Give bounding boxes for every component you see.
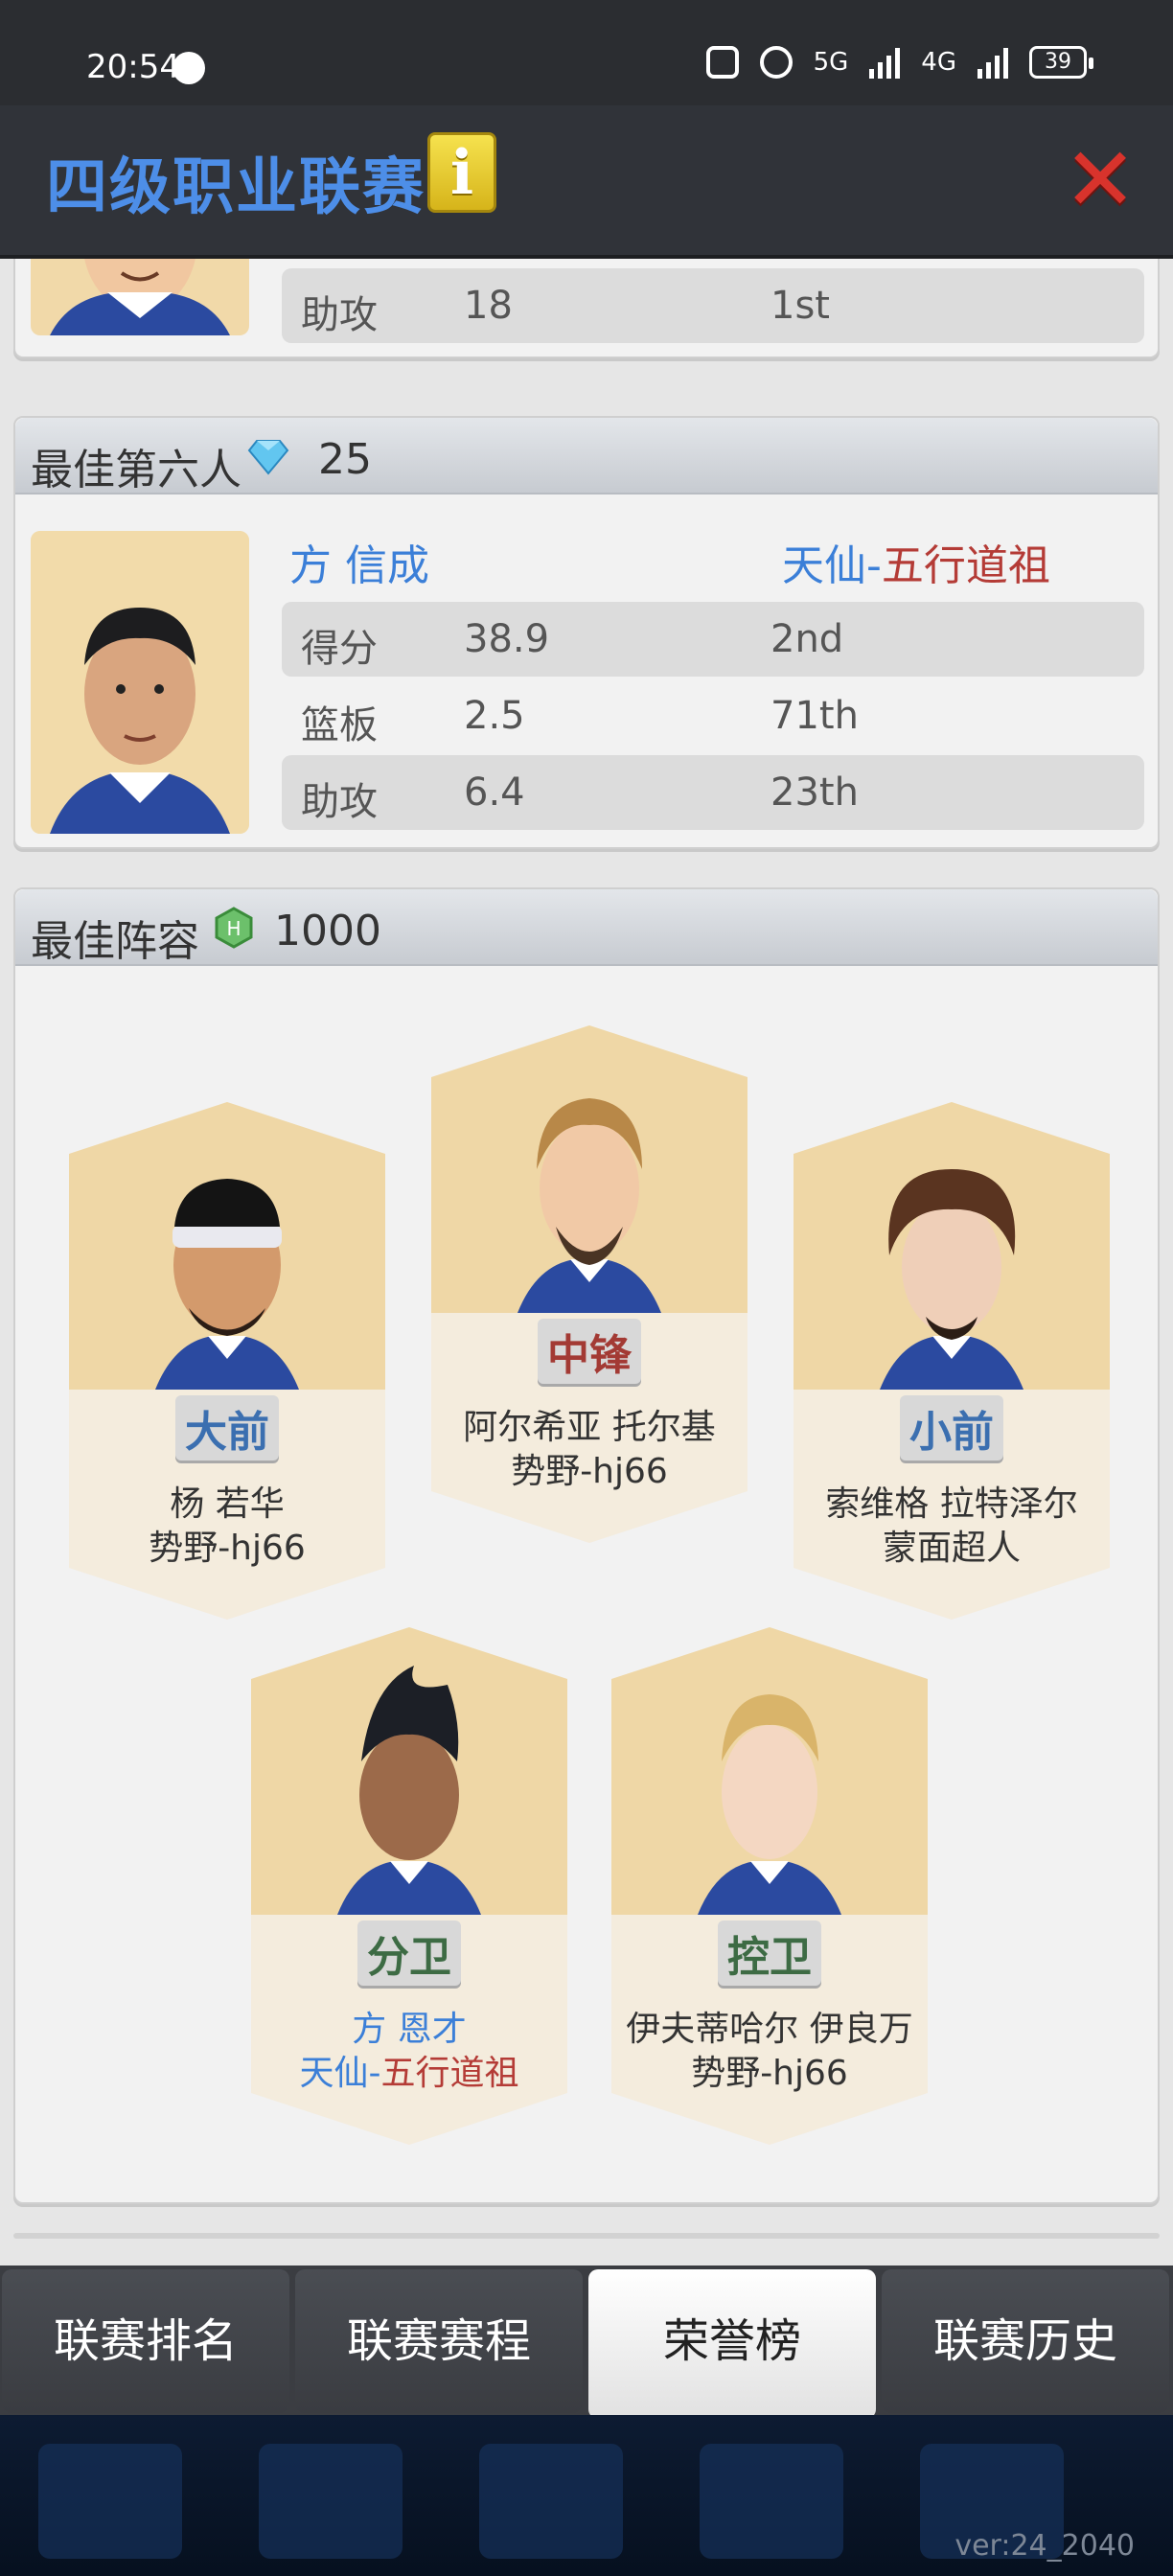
position-badge: 小前 [794,1395,1110,1460]
stat-rank: 1st [770,284,830,328]
tab-league-schedule[interactable]: 联赛赛程 [295,2269,583,2413]
info-icon[interactable]: i [427,132,496,213]
team-name: 势野-hj66 [691,2054,848,2093]
nfc-icon [705,46,739,79]
stat-rank: 23th [770,770,859,815]
team-name: 天仙-五行道祖 [299,2054,519,2093]
stat-row-rebounds: 篮板 2.5 71th [282,678,1144,753]
team-name: 势野-hj66 [511,1452,668,1491]
stat-value: 18 [464,284,513,328]
player-name: 阿尔希亚 托尔基 [463,1408,716,1447]
card-header: 最佳阵容 H 1000 [15,889,1158,966]
stat-label: 得分 [301,627,378,671]
stat-row-assists: 助攻 6.4 23th [282,755,1144,830]
signal-icon [869,46,901,79]
player-portrait [251,1627,567,1915]
signal-icon-2 [978,46,1008,79]
player-name[interactable]: 方 信成 [289,531,429,592]
status-bar: 20:54 5G 4G 39 [0,0,1173,105]
diamond-icon [247,440,289,475]
background-nav: ver:24_2040 [0,2415,1173,2576]
reward-value: 25 [318,435,372,484]
reward-value: 1000 [274,907,381,955]
alarm-icon [759,46,793,79]
stat-label: 助攻 [301,780,378,824]
version-label: ver:24_2040 [954,2529,1135,2563]
audio-icon [172,52,205,84]
team-name: 势野-hj66 [149,1529,306,1568]
divider [13,2233,1160,2239]
network-5g-label: 5G [813,48,849,77]
player-portrait [611,1627,928,1915]
player-portrait[interactable] [31,531,249,834]
tab-honor-roll[interactable]: 荣誉榜 [588,2269,876,2419]
player-portrait [794,1102,1110,1390]
tab-league-ranking[interactable]: 联赛排名 [2,2269,289,2413]
league-header: 四级职业联赛 i ✕ [0,105,1173,259]
player-name: 伊夫蒂哈尔 伊良万 [626,2010,913,2049]
player-portrait [31,259,249,335]
status-time: 20:54 [86,48,180,86]
player-name: 方 恩才 [352,2010,467,2049]
stat-value: 6.4 [464,770,525,815]
hex-token-icon: H [215,907,253,949]
card-title: 最佳阵容 [31,917,199,966]
card-title: 最佳第六人 [31,446,242,494]
app-root: 20:54 5G 4G 39 四级职业联赛 i ✕ 助攻 18 1st 最佳第六… [0,0,1173,2576]
stat-label: 篮板 [301,703,378,748]
tab-league-history[interactable]: 联赛历史 [882,2269,1169,2413]
stat-value: 2.5 [464,694,525,738]
card-header: 最佳第六人 25 [15,418,1158,494]
position-badge: 大前 [69,1395,385,1460]
team-name: 蒙面超人 [882,1529,1021,1568]
stat-row-assists: 助攻 18 1st [282,268,1144,343]
player-portrait [69,1102,385,1390]
svg-text:H: H [226,917,241,940]
page-title: 四级职业联赛 [46,152,426,223]
stat-label: 助攻 [301,293,378,337]
status-icons: 5G 4G 39 [705,46,1093,79]
best-lineup-card: 最佳阵容 H 1000 大前 杨 若华 势野-hj66 中锋 阿尔希亚 托尔基 … [13,887,1160,2204]
stat-row-points: 得分 38.9 2nd [282,602,1144,677]
stat-rank: 2nd [770,617,844,661]
position-badge: 控卫 [611,1920,928,1986]
honor-list[interactable]: 助攻 18 1st 最佳第六人 25 方 信成 天仙-五行道祖 得分 38.9 … [0,259,1173,2271]
stat-value: 38.9 [464,617,550,661]
battery-icon: 39 [1029,46,1093,79]
position-badge: 分卫 [251,1920,567,1986]
team-name[interactable]: 天仙-五行道祖 [782,531,1050,592]
sixth-man-card: 最佳第六人 25 方 信成 天仙-五行道祖 得分 38.9 2nd 篮板 2.5… [13,416,1160,849]
position-badge: 中锋 [431,1319,748,1384]
tab-bar: 联赛排名 联赛赛程 荣誉榜 联赛历史 [0,2266,1173,2419]
best-player-card: 助攻 18 1st [13,259,1160,358]
stat-rank: 71th [770,694,859,738]
player-name: 索维格 拉特泽尔 [825,1484,1078,1524]
close-icon[interactable]: ✕ [1060,136,1140,224]
player-name: 杨 若华 [170,1484,285,1524]
player-portrait [431,1025,748,1313]
network-4g-label: 4G [921,48,956,77]
